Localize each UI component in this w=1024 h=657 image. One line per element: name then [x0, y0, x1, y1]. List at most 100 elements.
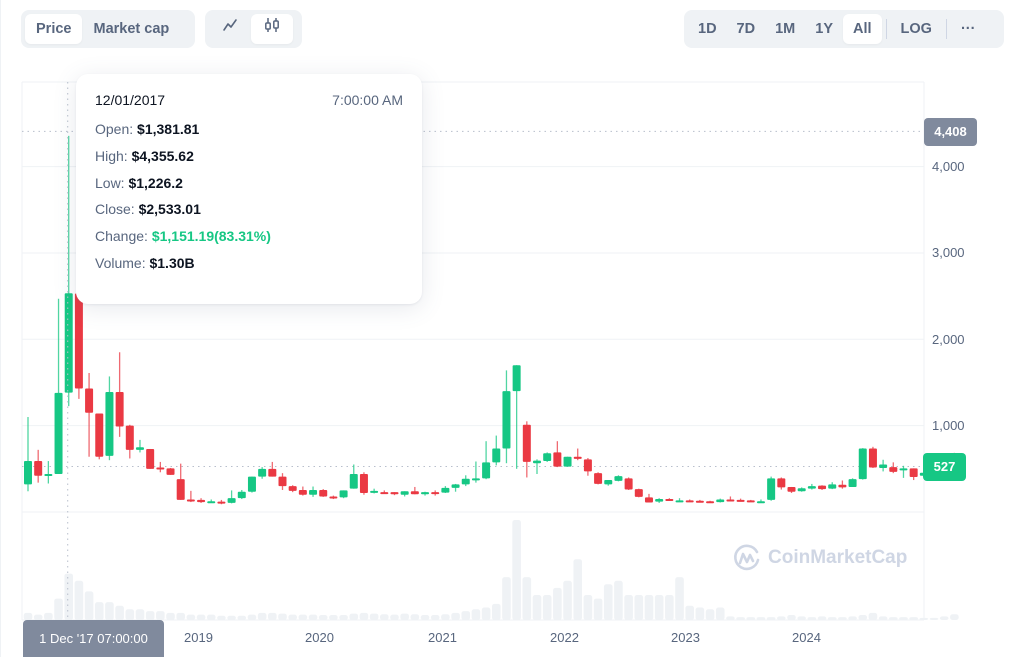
candle-body: [339, 490, 348, 498]
volume-bar: [430, 615, 440, 620]
candle: [655, 498, 664, 503]
candle: [543, 452, 552, 462]
candle: [848, 478, 857, 487]
candle: [482, 441, 491, 480]
candle: [706, 500, 715, 504]
candle-body: [176, 479, 185, 500]
volume-bar: [369, 613, 379, 620]
candle: [889, 462, 898, 474]
volume-bar: [298, 614, 308, 620]
candle-body: [716, 499, 725, 503]
candle-body: [421, 492, 430, 495]
candle-body: [329, 496, 338, 499]
volume-bar: [329, 615, 338, 620]
value: $1,381.81: [137, 121, 200, 137]
volume-bar: [390, 614, 399, 620]
candle-body: [828, 484, 837, 489]
volume-bar: [74, 580, 84, 620]
candle: [461, 475, 470, 487]
value: $1,226.2: [128, 174, 183, 191]
candle-body: [767, 478, 776, 500]
candle-body: [818, 485, 827, 490]
candle: [767, 476, 776, 501]
candle-body: [655, 499, 664, 502]
volume-bar: [522, 577, 532, 620]
volume-bar: [380, 614, 389, 620]
x-tick-label: 2021: [428, 630, 457, 645]
candle: [899, 465, 908, 478]
tooltip-high: High: $4,355.62: [95, 148, 403, 164]
candle-body: [166, 468, 175, 475]
volume-bar: [654, 595, 664, 620]
y-tick-label: 1,000: [932, 418, 965, 433]
candle-body: [807, 486, 816, 489]
candle: [716, 498, 725, 503]
volume-bar: [166, 612, 175, 620]
volume-bar: [125, 609, 135, 620]
candle-body: [451, 484, 460, 488]
candle-body: [533, 460, 541, 464]
candle: [309, 486, 318, 497]
tooltip-low: Low: $1,226.2: [95, 175, 403, 191]
candle: [573, 448, 582, 461]
volume-bar: [950, 614, 959, 620]
candle: [624, 477, 633, 490]
candle-body: [186, 499, 195, 502]
candle: [207, 499, 216, 504]
candle-body: [909, 468, 918, 478]
candle: [594, 472, 603, 485]
candle: [105, 376, 114, 461]
candle-body: [135, 447, 144, 450]
candle-body: [217, 501, 226, 504]
candle-body: [604, 480, 613, 485]
volume-bar: [542, 595, 552, 620]
x-tick-label: 2024: [792, 630, 821, 645]
volume-bar: [318, 615, 328, 620]
volume-bar: [939, 616, 949, 620]
watermark: CoinMarketCap: [732, 543, 907, 573]
volume-bar: [257, 612, 267, 620]
candle-body: [634, 489, 643, 497]
tooltip-change: Change: $1,151.19(83.31%): [95, 228, 403, 244]
value: $1,151.19(83.31%): [151, 228, 271, 245]
candle: [410, 486, 419, 495]
volume-bar: [105, 602, 114, 620]
candle-body: [156, 467, 165, 470]
candle-body: [298, 489, 307, 495]
ohlc-tooltip: 12/01/2017 7:00:00 AM Open: $1,381.81 Hi…: [76, 74, 422, 304]
candle: [685, 499, 694, 503]
tooltip-close: Close: $2,533.01: [95, 201, 403, 217]
candle: [74, 293, 83, 399]
candle-body: [24, 461, 32, 485]
volume-bar: [665, 595, 674, 620]
volume-bar: [644, 595, 654, 620]
volume-bar: [909, 617, 918, 620]
candle-body: [492, 448, 501, 463]
candle-body: [573, 456, 582, 459]
volume-bar: [206, 614, 216, 620]
candle: [787, 486, 796, 494]
candle-body: [665, 499, 674, 502]
candle: [34, 449, 43, 483]
candle: [339, 490, 348, 499]
candle-body: [197, 499, 206, 503]
candle: [217, 499, 226, 505]
volume-bar: [186, 614, 196, 620]
volume-bar: [268, 612, 277, 620]
candle-body: [838, 484, 847, 488]
value: $2,533.01: [138, 201, 201, 218]
candle: [879, 459, 888, 472]
candle: [278, 473, 287, 490]
candle: [197, 498, 206, 503]
candle-body: [563, 456, 572, 467]
volume-bar: [217, 615, 226, 620]
volume-bar: [176, 612, 185, 620]
candle-body: [675, 500, 684, 503]
volume-bar: [766, 617, 776, 620]
candle: [634, 488, 643, 498]
volume-bar: [461, 611, 471, 620]
candle: [288, 485, 297, 493]
candle-body: [706, 501, 715, 504]
volume-bar: [705, 609, 715, 620]
candle: [553, 441, 562, 468]
